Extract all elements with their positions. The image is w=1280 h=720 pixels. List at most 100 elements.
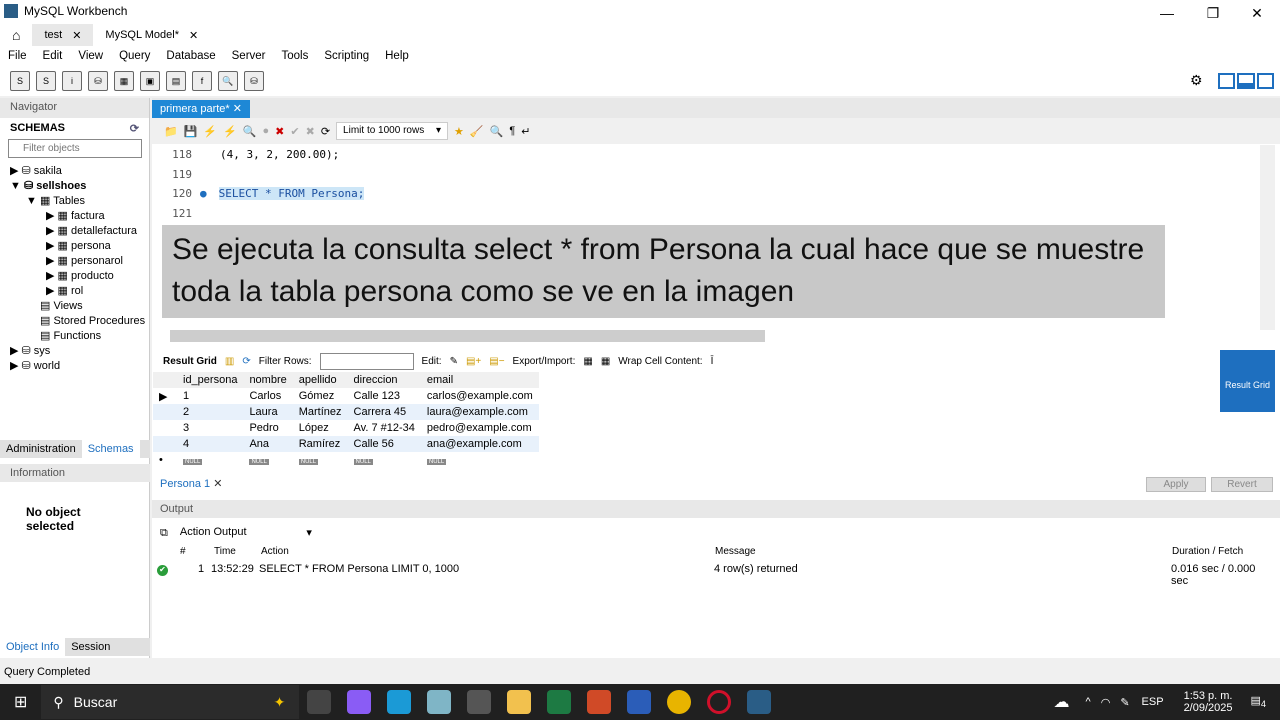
table-row[interactable]: 2 Laura Martínez Carrera 45 laura@example.co…: [153, 404, 539, 420]
table-row[interactable]: ▶ 1 Carlos Gómez Calle 123 carlos@example.com: [153, 388, 539, 404]
settings-icon[interactable]: ⚙: [1190, 72, 1203, 89]
clock[interactable]: 1:53 p. m. 2/09/2025: [1184, 690, 1233, 714]
close-icon[interactable]: ✕: [213, 478, 222, 490]
table-row[interactable]: 3 Pedro López Av. 7 #12-34 pedro@example.com: [153, 420, 539, 436]
show-hidden-icon[interactable]: ^: [1086, 696, 1091, 708]
stored-procedures-node[interactable]: ▤ Stored Procedures: [10, 314, 149, 329]
apply-button[interactable]: Apply: [1146, 477, 1206, 492]
create-view-icon[interactable]: ▣: [140, 71, 160, 91]
find-icon[interactable]: 🔍: [490, 125, 504, 138]
task-view-icon[interactable]: [307, 690, 332, 714]
column-header[interactable]: direccion: [348, 372, 421, 388]
output-row[interactable]: ✔ 1 13:52:29 SELECT * FROM Persona LIMIT…: [152, 563, 1272, 587]
menu-tools[interactable]: Tools: [274, 50, 317, 62]
refresh-icon[interactable]: ⟳: [242, 356, 250, 367]
toggle-sidebar-icon[interactable]: [1218, 73, 1236, 89]
stop-icon[interactable]: ●: [263, 125, 270, 137]
tab-object-info[interactable]: Object Info: [0, 638, 66, 656]
close-icon[interactable]: ✕: [233, 103, 242, 115]
revert-button[interactable]: Revert: [1211, 477, 1273, 492]
schema-world[interactable]: ▶ ⛁ world: [10, 359, 149, 374]
table-personarol[interactable]: ▶ ▦ personarol: [10, 254, 149, 269]
powerpoint-icon[interactable]: [587, 690, 612, 714]
filter-objects-input[interactable]: [8, 139, 142, 158]
open-file-icon[interactable]: 📁: [164, 125, 178, 138]
explain-icon[interactable]: 🔍: [243, 125, 257, 138]
tab-session[interactable]: Session: [65, 638, 116, 656]
column-header[interactable]: nombre: [243, 372, 292, 388]
taskbar-search[interactable]: ⚲ Buscar ✦: [41, 685, 300, 719]
table-row[interactable]: 4 Ana Ramírez Calle 56 ana@example.com: [153, 436, 539, 452]
pen-icon[interactable]: ✎: [1120, 696, 1129, 709]
table-rol[interactable]: ▶ ▦ rol: [10, 284, 149, 299]
notifications-icon[interactable]: ▤4: [1251, 694, 1267, 709]
create-function-icon[interactable]: f: [192, 71, 212, 91]
filter-rows-input[interactable]: [319, 352, 414, 370]
beautify-icon[interactable]: 🧹: [470, 125, 484, 138]
export-icon[interactable]: ▦: [583, 356, 592, 367]
home-tab[interactable]: ⌂: [0, 24, 32, 46]
commit-icon[interactable]: ✔: [290, 125, 299, 138]
delete-row-icon[interactable]: ▤−: [489, 356, 504, 367]
grid-layout-icon[interactable]: ▥: [225, 356, 234, 367]
schema-sys[interactable]: ▶ ⛁ sys: [10, 344, 149, 359]
execute-current-icon[interactable]: ⚡: [223, 125, 237, 138]
search-table-data-icon[interactable]: 🔍: [218, 71, 238, 91]
mysql-workbench-icon[interactable]: [747, 690, 772, 714]
editor-hscrollbar[interactable]: [170, 330, 765, 342]
execute-icon[interactable]: ⚡: [203, 125, 217, 138]
favorite-icon[interactable]: ★: [454, 125, 464, 138]
menu-database[interactable]: Database: [158, 50, 223, 62]
add-row-icon[interactable]: ▤+: [466, 356, 481, 367]
toggle-secondary-sidebar-icon[interactable]: [1256, 73, 1274, 89]
menu-view[interactable]: View: [70, 50, 111, 62]
save-icon[interactable]: 💾: [184, 125, 198, 138]
tab-test[interactable]: test ✕: [32, 24, 94, 46]
copilot-icon[interactable]: [347, 690, 372, 714]
close-icon[interactable]: ✕: [72, 29, 81, 42]
table-factura[interactable]: ▶ ▦ factura: [10, 209, 149, 224]
table-producto[interactable]: ▶ ▦ producto: [10, 269, 149, 284]
column-header[interactable]: email: [421, 372, 539, 388]
import-icon[interactable]: ▦: [601, 356, 610, 367]
windows-start-icon[interactable]: ⊞: [14, 692, 27, 712]
schema-sakila[interactable]: ▶ ⛁ sakila: [10, 164, 149, 179]
calculator-icon[interactable]: [467, 690, 492, 714]
menu-server[interactable]: Server: [224, 50, 274, 62]
editor-tab[interactable]: primera parte* ✕: [152, 100, 250, 118]
refresh-icon[interactable]: ⟳: [130, 122, 139, 135]
tab-mysql-model[interactable]: MySQL Model* ✕: [93, 24, 210, 46]
editor-vscrollbar[interactable]: [1260, 145, 1275, 330]
functions-node[interactable]: ▤ Functions: [10, 329, 149, 344]
close-icon[interactable]: ✕: [189, 29, 198, 42]
table-persona[interactable]: ▶ ▦ persona: [10, 239, 149, 254]
edge-icon[interactable]: [387, 690, 412, 714]
invisible-chars-icon[interactable]: ¶: [509, 125, 515, 137]
tables-node[interactable]: ▼ ▦ Tables: [10, 194, 149, 209]
result-grid-side-button[interactable]: Result Grid: [1220, 350, 1275, 412]
sql-editor[interactable]: 118 (4, 3, 2, 200.00); 119 120 ● SELECT * F…: [152, 148, 1252, 226]
wifi-icon[interactable]: ◠: [1101, 696, 1111, 709]
column-header[interactable]: apellido: [293, 372, 348, 388]
menu-file[interactable]: File: [0, 50, 35, 62]
new-row[interactable]: • NULL NULL NULL NULL NULL: [153, 452, 539, 468]
wrap-cell-icon[interactable]: Ī: [711, 356, 714, 367]
tab-schemas[interactable]: Schemas: [81, 440, 140, 458]
new-sql-tab-icon[interactable]: S: [10, 71, 30, 91]
word-icon[interactable]: [627, 690, 652, 714]
schema-sellshoes[interactable]: ▼ ⛁ sellshoes: [10, 179, 149, 194]
create-procedure-icon[interactable]: ▤: [166, 71, 186, 91]
menu-query[interactable]: Query: [111, 50, 158, 62]
tab-administration[interactable]: Administration: [0, 440, 82, 458]
menu-scripting[interactable]: Scripting: [316, 50, 377, 62]
wrap-icon[interactable]: ↵: [521, 125, 530, 138]
menu-help[interactable]: Help: [377, 50, 417, 62]
menu-edit[interactable]: Edit: [35, 50, 71, 62]
autocommit-icon[interactable]: ⟳: [321, 125, 330, 138]
inspector-icon[interactable]: i: [62, 71, 82, 91]
toggle-error-icon[interactable]: ✖: [275, 125, 284, 138]
reconnect-icon[interactable]: ⛁: [244, 71, 264, 91]
chrome-icon[interactable]: [667, 690, 692, 714]
create-table-icon[interactable]: ▦: [114, 71, 134, 91]
rollback-icon[interactable]: ✖: [306, 125, 315, 138]
